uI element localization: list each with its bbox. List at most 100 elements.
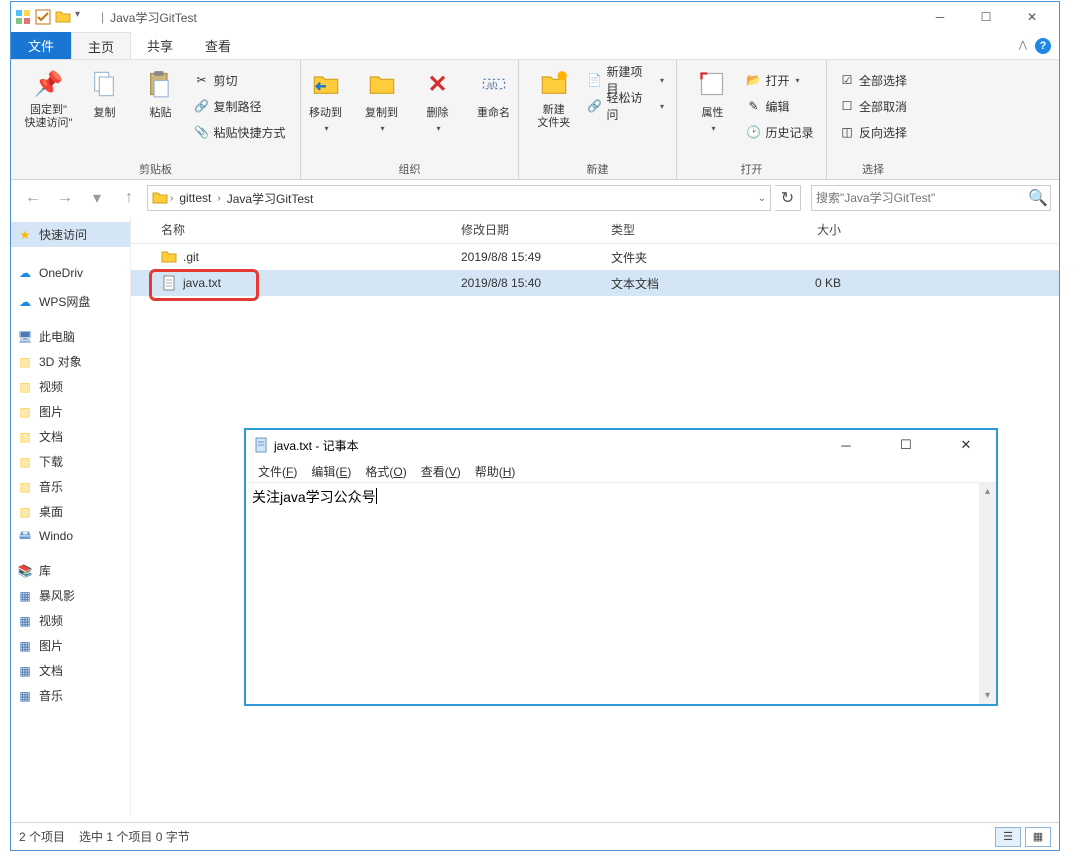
notepad-editor[interactable]: 关注java学习公众号 ▴ ▾: [246, 482, 996, 704]
search-input[interactable]: [812, 191, 1026, 205]
rename-icon: ab: [478, 68, 510, 100]
qa-dropdown-icon[interactable]: ▾: [75, 9, 91, 25]
notepad-menu-view[interactable]: 查看(V): [417, 463, 465, 480]
notepad-menu-edit[interactable]: 编辑(E): [307, 463, 355, 480]
notepad-menu-file[interactable]: 文件(F): [254, 463, 301, 480]
status-item-count: 2 个项目: [19, 828, 65, 845]
search-icon[interactable]: 🔍: [1026, 188, 1050, 208]
icons-view-button[interactable]: ▦: [1025, 827, 1051, 847]
notepad-menu-format[interactable]: 格式(O): [361, 463, 410, 480]
sidebar-item-desktop[interactable]: ▧桌面: [11, 499, 130, 524]
library-icon: 📚: [17, 563, 33, 579]
checkmark-icon[interactable]: [35, 9, 51, 25]
invert-selection-button[interactable]: ◫反向选择: [837, 120, 909, 144]
select-all-button[interactable]: ☑全部选择: [837, 68, 909, 92]
select-none-icon: ☐: [839, 98, 855, 114]
open-button[interactable]: 📂打开▾: [743, 68, 815, 92]
sidebar-item-documents[interactable]: ▧文档: [11, 424, 130, 449]
tab-share[interactable]: 共享: [131, 32, 189, 59]
notepad-close-button[interactable]: ✕: [948, 433, 984, 457]
easy-access-button[interactable]: 🔗轻松访问▾: [585, 94, 666, 118]
history-button[interactable]: 🕑历史记录: [743, 120, 815, 144]
col-date[interactable]: 修改日期: [461, 221, 611, 238]
forward-button[interactable]: →: [51, 184, 79, 212]
properties-button[interactable]: 属性▾: [687, 64, 737, 133]
sidebar-lib-music[interactable]: ▦音乐: [11, 683, 130, 708]
up-button[interactable]: ↑: [115, 184, 143, 212]
tab-view[interactable]: 查看: [189, 32, 247, 59]
sidebar-item-downloads[interactable]: ▧下载: [11, 449, 130, 474]
sidebar-lib-docs[interactable]: ▦文档: [11, 658, 130, 683]
sidebar-item-pictures[interactable]: ▧图片: [11, 399, 130, 424]
close-button[interactable]: ✕: [1009, 2, 1055, 32]
easy-access-icon: 🔗: [587, 98, 603, 114]
notepad-maximize-button[interactable]: ☐: [888, 433, 924, 457]
properties-icon: [696, 68, 728, 100]
col-name[interactable]: 名称: [131, 221, 461, 238]
sidebar-item-music[interactable]: ▧音乐: [11, 474, 130, 499]
scroll-down-icon[interactable]: ▾: [979, 687, 996, 704]
breadcrumb-dropdown-icon[interactable]: ⌄: [758, 193, 766, 204]
copy-icon: [88, 68, 120, 100]
file-menu[interactable]: 文件: [11, 32, 71, 59]
notepad-scrollbar[interactable]: ▴ ▾: [979, 483, 996, 704]
text-caret: [376, 488, 377, 504]
status-selection: 选中 1 个项目 0 字节: [79, 828, 190, 845]
maximize-button[interactable]: ☐: [963, 2, 1009, 32]
select-none-button[interactable]: ☐全部取消: [837, 94, 909, 118]
sidebar-lib-videos2[interactable]: ▦视频: [11, 608, 130, 633]
file-row[interactable]: java.txt 2019/8/8 15:40 文本文档 0 KB: [131, 270, 1059, 296]
col-size[interactable]: 大小: [761, 221, 851, 238]
copy-button[interactable]: 复制: [79, 64, 129, 120]
folder-icon: ▧: [17, 404, 33, 420]
sidebar-item-videos[interactable]: ▧视频: [11, 374, 130, 399]
group-label-organize: 组织: [399, 159, 421, 177]
sidebar-thispc[interactable]: 🖥此电脑: [11, 324, 130, 349]
notepad-menu-help[interactable]: 帮助(H): [471, 463, 520, 480]
tab-home[interactable]: 主页: [71, 32, 131, 59]
file-row[interactable]: .git 2019/8/8 15:49 文件夹: [131, 244, 1059, 270]
paste-button[interactable]: 粘贴: [135, 64, 185, 120]
group-label-open: 打开: [741, 159, 763, 177]
sidebar-item-windows[interactable]: 🖴Windo: [11, 524, 130, 548]
folder-qa-icon[interactable]: [55, 9, 71, 25]
minimize-button[interactable]: ─: [917, 2, 963, 32]
sidebar-onedrive[interactable]: ☁OneDriv: [11, 261, 130, 285]
sidebar-item-3d[interactable]: ▧3D 对象: [11, 349, 130, 374]
bc-folder[interactable]: Java学习GitTest: [223, 190, 318, 207]
move-to-button[interactable]: 移动到▾: [301, 64, 351, 133]
select-all-icon: ☑: [839, 72, 855, 88]
recent-menu[interactable]: ▾: [83, 184, 111, 212]
col-type[interactable]: 类型: [611, 221, 761, 238]
notepad-window: java.txt - 记事本 ─ ☐ ✕ 文件(F) 编辑(E) 格式(O) 查…: [244, 428, 998, 706]
copy-to-button[interactable]: 复制到▾: [357, 64, 407, 133]
details-view-button[interactable]: ☰: [995, 827, 1021, 847]
sidebar-wps[interactable]: ☁WPS网盘: [11, 289, 130, 314]
sidebar-library[interactable]: 📚库: [11, 558, 130, 583]
notepad-minimize-button[interactable]: ─: [828, 433, 864, 457]
pin-icon: 📌: [32, 68, 64, 100]
sidebar-lib-pictures[interactable]: ▦图片: [11, 633, 130, 658]
delete-icon: ✕: [422, 68, 454, 100]
help-icon[interactable]: ?: [1035, 38, 1051, 54]
breadcrumb[interactable]: › gittest › Java学习GitTest ⌄: [147, 185, 771, 211]
bc-root[interactable]: gittest: [175, 191, 215, 205]
sidebar-lib-video[interactable]: ▦暴风影: [11, 583, 130, 608]
ribbon: 📌 固定到" 快速访问" 复制 粘贴 ✂剪切 🔗: [11, 60, 1059, 180]
sidebar-quick-access[interactable]: ★快速访问: [11, 222, 130, 247]
rename-button[interactable]: ab 重命名: [469, 64, 519, 120]
paste-shortcut-button[interactable]: 📎粘贴快捷方式: [191, 120, 287, 144]
delete-button[interactable]: ✕ 删除▾: [413, 64, 463, 133]
back-button[interactable]: ←: [19, 184, 47, 212]
column-headers[interactable]: 名称 修改日期 类型 大小: [131, 216, 1059, 244]
cut-button[interactable]: ✂剪切: [191, 68, 287, 92]
scroll-up-icon[interactable]: ▴: [979, 483, 996, 500]
copy-path-button[interactable]: 🔗复制路径: [191, 94, 287, 118]
edit-button[interactable]: ✎编辑: [743, 94, 815, 118]
new-folder-button[interactable]: 新建 文件夹: [529, 64, 579, 130]
collapse-ribbon-icon[interactable]: ⋀: [1019, 40, 1027, 51]
refresh-button[interactable]: ↻: [775, 185, 801, 211]
pin-button[interactable]: 📌 固定到" 快速访问": [23, 64, 73, 130]
video-icon: ▦: [17, 613, 33, 629]
search-box[interactable]: 🔍: [811, 185, 1051, 211]
